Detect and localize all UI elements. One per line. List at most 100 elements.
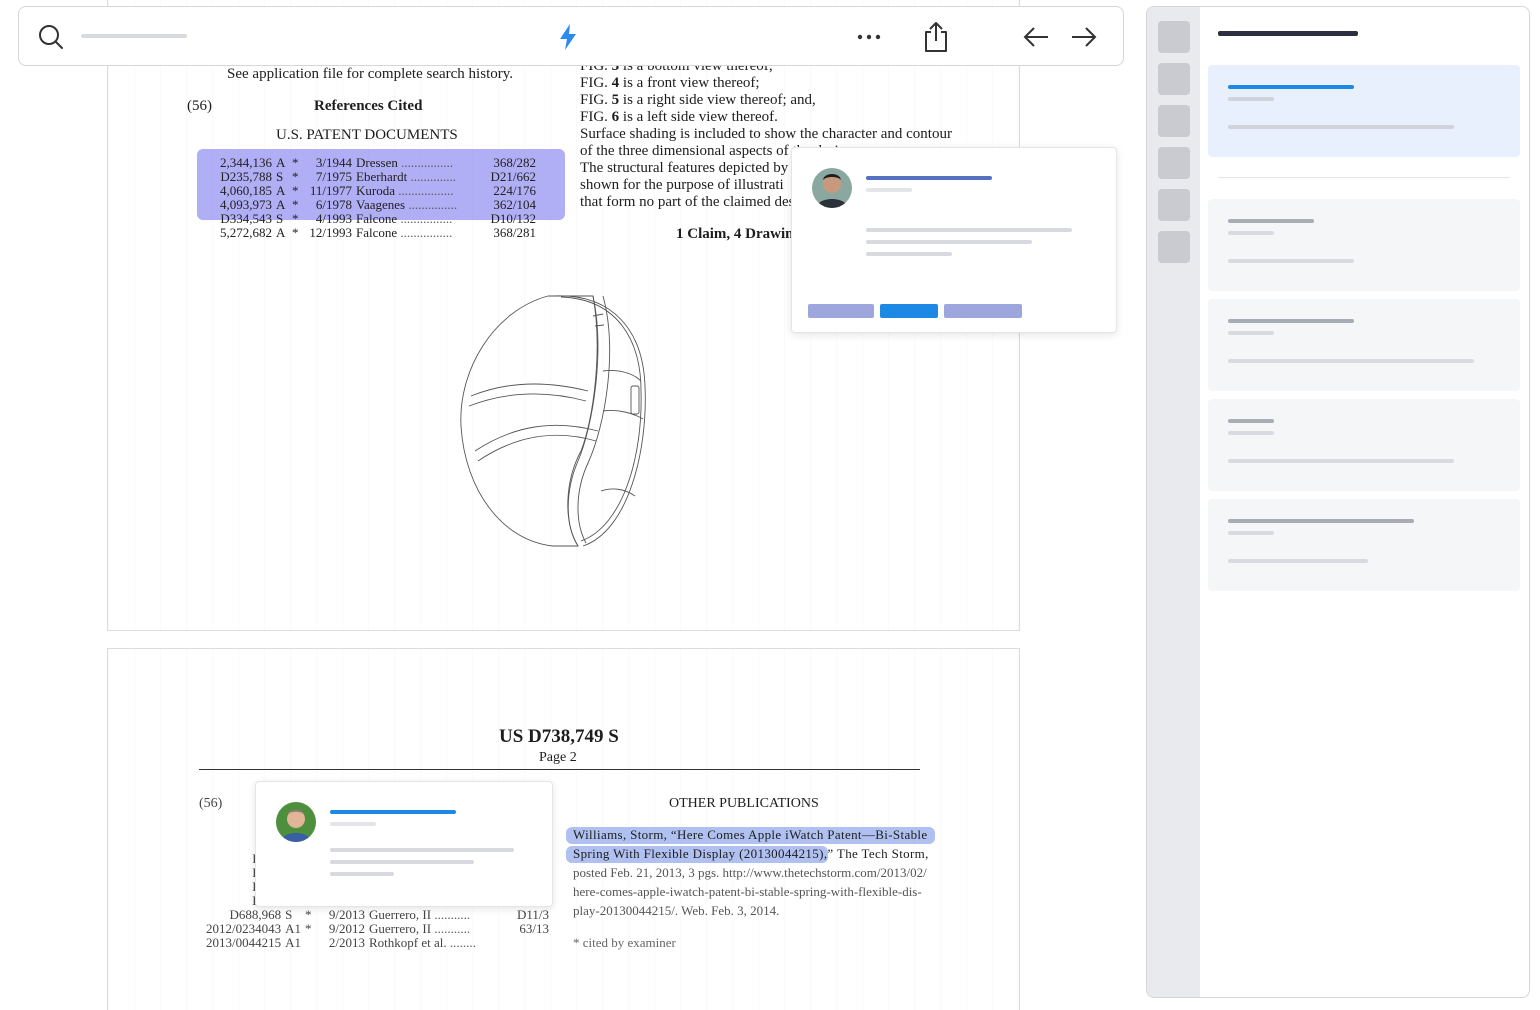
- reference-row: 2012/0234043 A1 * 9/2012 Guerrero, II ......…: [206, 922, 553, 936]
- reference-kind: A: [276, 225, 286, 240]
- header-rule: [199, 769, 920, 770]
- comment-text-line: [330, 872, 394, 876]
- reference-cls: 368/282: [493, 155, 536, 170]
- panel-comment-item[interactable]: [1208, 399, 1520, 491]
- reference-num: D235,788: [220, 169, 272, 184]
- reference-num: 2013/0044215: [206, 935, 282, 950]
- references-code: (56): [187, 98, 212, 114]
- panel-title: [1218, 31, 1358, 36]
- comment-text-line: [866, 240, 1032, 244]
- document-page-2: US D738,749 S Page 2 (56) OTHER PUBLICAT…: [107, 648, 1020, 1010]
- claims-count: 1 Claim, 4 Drawin: [676, 226, 794, 242]
- comment-author: [866, 176, 992, 180]
- reference-cls: D21/662: [490, 169, 537, 184]
- reference-name: Falcone ................: [356, 211, 453, 226]
- reference-cls: 224/176: [493, 183, 536, 198]
- reference-star: *: [292, 155, 299, 170]
- reference-name: Falcone ................: [356, 225, 453, 240]
- comment-card[interactable]: [255, 781, 553, 907]
- reference-num: 4,093,973: [220, 197, 272, 212]
- publication-line: posted Feb. 21, 2013, 3 pgs. http://www.…: [573, 865, 927, 880]
- comment-author: [330, 810, 456, 814]
- reference-star: *: [305, 907, 312, 922]
- description-line: The structural features depicted by: [580, 160, 789, 176]
- search-input[interactable]: [81, 34, 187, 38]
- reference-num: 2,344,136: [220, 155, 272, 170]
- reference-num: 4,060,185: [220, 183, 272, 198]
- tag-chip-active[interactable]: [880, 304, 938, 318]
- reference-row: 2013/0044215 A1 2/2013 Rothkopf et al. ....…: [206, 936, 553, 950]
- reference-kind: A: [276, 155, 286, 170]
- tag-chip[interactable]: [808, 304, 874, 318]
- reference-num: 2012/0234043: [206, 921, 282, 936]
- reference-row: 5,272,682 A * 12/1993 Falcone ..............…: [218, 226, 540, 240]
- reference-num: D334,543: [220, 211, 272, 226]
- reference-date: 3/1944: [315, 155, 352, 170]
- reference-name: Kuroda .................: [356, 183, 454, 198]
- panel-comment-item[interactable]: [1208, 499, 1520, 591]
- reference-name: Guerrero, II ...........: [369, 907, 471, 922]
- tag-chip[interactable]: [944, 304, 1022, 318]
- reference-star: *: [292, 169, 299, 184]
- reference-row: D334,543 S * 4/1993 Falcone ................…: [218, 212, 540, 226]
- reference-star: *: [292, 197, 299, 212]
- reference-kind: A1: [285, 935, 302, 950]
- share-icon[interactable]: [919, 19, 953, 55]
- comment-timestamp: [330, 822, 376, 826]
- us-docs-heading: U.S. PATENT DOCUMENTS: [276, 127, 458, 143]
- rail-button[interactable]: [1158, 231, 1190, 263]
- more-icon[interactable]: [853, 21, 885, 53]
- reference-row: 2,344,136 A * 3/1944 Dressen ...............…: [218, 156, 540, 170]
- figure-line: FIG. 6 is a left side view thereof.: [580, 109, 778, 125]
- reference-star: [305, 936, 321, 950]
- patent-number: US D738,749 S: [499, 726, 619, 747]
- reference-date: 9/2013: [328, 907, 366, 922]
- references-heading: References Cited: [314, 98, 423, 114]
- design-drawing: [460, 295, 646, 547]
- arrow-right-icon[interactable]: [1067, 21, 1101, 53]
- reference-date: 4/1993: [315, 211, 352, 226]
- reference-cls: 362/104: [493, 197, 536, 212]
- reference-star: *: [292, 211, 299, 226]
- reference-kind: S: [276, 211, 284, 226]
- rail-button[interactable]: [1158, 147, 1190, 179]
- panel-comment-item[interactable]: [1208, 299, 1520, 391]
- reference-star: *: [292, 225, 299, 240]
- comment-text-line: [866, 252, 952, 256]
- rail-button[interactable]: [1158, 189, 1190, 221]
- arrow-left-icon[interactable]: [1019, 21, 1053, 53]
- reference-date: 7/1975: [315, 169, 352, 184]
- reference-cls: 368/281: [493, 225, 536, 240]
- reference-row: D235,788 S * 7/1975 Eberhardt ..............…: [218, 170, 540, 184]
- references-code: (56): [199, 796, 223, 811]
- reference-kind: S: [285, 907, 293, 922]
- rail-button[interactable]: [1158, 21, 1190, 53]
- reference-date: 6/1978: [315, 197, 352, 212]
- reference-kind: A1: [285, 921, 302, 936]
- other-publications-heading: OTHER PUBLICATIONS: [669, 796, 819, 811]
- rail-button[interactable]: [1158, 63, 1190, 95]
- reference-date: 11/1977: [309, 183, 352, 198]
- search-icon[interactable]: [35, 21, 67, 53]
- reference-row: 4,060,185 A * 11/1977 Kuroda ...............…: [218, 184, 540, 198]
- publication-line: Williams, Storm, “Here Comes Apple iWatc…: [573, 827, 928, 842]
- search-history-note: See application file for complete search…: [227, 66, 514, 82]
- top-toolbar: [18, 6, 1124, 66]
- reference-date: 9/2012: [328, 921, 366, 936]
- bolt-icon[interactable]: [553, 21, 583, 53]
- publication-line: Spring With Flexible Display (2013004421…: [573, 846, 929, 861]
- panel-comment-item[interactable]: [1208, 199, 1520, 291]
- rail-button[interactable]: [1158, 105, 1190, 137]
- reference-row: 4,093,973 A * 6/1978 Vaagenes ..............…: [218, 198, 540, 212]
- comment-card[interactable]: [791, 147, 1117, 333]
- figure-line: FIG. 5 is a right side view thereof; and…: [580, 92, 816, 108]
- panel-rail: [1147, 7, 1200, 997]
- reference-star: *: [305, 921, 312, 936]
- description-line: that form no part of the claimed des: [580, 194, 795, 210]
- reference-star: *: [292, 183, 299, 198]
- reference-name: Rothkopf et al. ........: [369, 935, 476, 950]
- comment-text-line: [330, 848, 514, 852]
- page-label: Page 2: [539, 750, 577, 765]
- reference-num: D688,968: [229, 907, 282, 922]
- panel-comment-item[interactable]: [1208, 65, 1520, 157]
